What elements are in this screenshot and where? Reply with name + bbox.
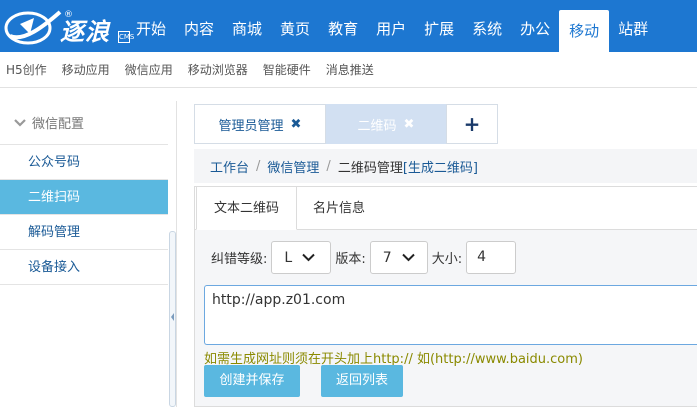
breadcrumb-parent[interactable]: 微信管理 [267, 157, 319, 176]
sidebar-section-label: 微信配置 [32, 117, 85, 132]
chevron-down-icon [401, 253, 415, 262]
subnav-item-wechat-apps[interactable]: 微信应用 [125, 61, 173, 78]
subnav-item-smart-hardware[interactable]: 智能硬件 [263, 61, 311, 78]
logo-registered-mark: ® [64, 10, 73, 20]
nav-item-office[interactable]: 办公 [511, 0, 559, 52]
nav-item-mobile[interactable]: 移动 [559, 10, 610, 52]
nav-item-content[interactable]: 内容 [175, 0, 223, 52]
nav-item-yellowpages[interactable]: 黄页 [271, 0, 319, 52]
sidebar-divider [176, 101, 177, 407]
breadcrumb-separator: / [256, 158, 261, 174]
breadcrumb-separator: / [326, 158, 331, 174]
sidebar-scrollbar[interactable] [169, 231, 176, 407]
sub-nav: H5创作 移动应用 微信应用 移动浏览器 智能硬件 消息推送 [0, 52, 697, 88]
logo[interactable]: 逐浪 ® CMS [4, 4, 134, 48]
create-and-save-button[interactable]: 创建并保存 [204, 365, 300, 397]
panel-tabs: 文本二维码 名片信息 [195, 186, 697, 230]
sidebar-item-decode[interactable]: 解码管理 [0, 215, 168, 250]
chevron-down-icon [14, 118, 26, 127]
top-bar: 逐浪 ® CMS 开始 内容 商城 黄页 教育 用户 扩展 系统 办公 移动 站… [0, 0, 697, 52]
chevron-down-icon [302, 253, 315, 262]
sidebar-item-qrcode[interactable]: 二维扫码 [0, 180, 168, 215]
subnav-item-h5[interactable]: H5创作 [6, 61, 47, 78]
nav-item-extend[interactable]: 扩展 [415, 0, 463, 52]
subnav-item-push[interactable]: 消息推送 [326, 61, 374, 78]
subnav-item-mobile-browser[interactable]: 移动浏览器 [188, 61, 248, 78]
error-level-select[interactable]: L [271, 241, 332, 274]
version-value: 7 [382, 249, 392, 266]
nav-item-education[interactable]: 教育 [319, 0, 367, 52]
qrcode-content-textarea[interactable]: http://app.z01.com [204, 285, 697, 345]
nav-item-sites[interactable]: 站群 [609, 0, 657, 52]
sidebar-section-header[interactable]: 微信配置 [0, 101, 168, 145]
tab-business-card[interactable]: 名片信息 [313, 187, 365, 230]
subnav-item-mobile-apps[interactable]: 移动应用 [62, 61, 110, 78]
close-icon[interactable]: ✖ [291, 117, 302, 132]
tab-admin-manage[interactable]: 管理员管理 ✖ [194, 104, 326, 144]
breadcrumb: 工作台 / 微信管理 / 二维码管理 [生成二维码] [194, 149, 697, 183]
qrcode-options-row: 纠错等级: L 版本: 7 大小: 4 [209, 241, 517, 274]
sidebar: 微信配置 公众号码 二维扫码 解码管理 设备接入 [0, 101, 168, 285]
breadcrumb-home[interactable]: 工作台 [210, 157, 249, 176]
back-to-list-button[interactable]: 返回列表 [321, 365, 403, 397]
nav-item-users[interactable]: 用户 [367, 0, 415, 52]
sidebar-item-accounts[interactable]: 公众号码 [0, 145, 168, 180]
qrcode-form-panel: 文本二维码 名片信息 纠错等级: L 版本: 7 大小: 4 http://ap… [194, 186, 697, 407]
error-level-value: L [284, 249, 293, 266]
error-level-label: 纠错等级: [211, 252, 268, 267]
version-label: 版本: [335, 252, 366, 267]
nav-item-system[interactable]: 系统 [463, 0, 511, 52]
logo-swoosh-icon [4, 10, 62, 45]
breadcrumb-current: 二维码管理 [337, 160, 403, 176]
tab-qrcode[interactable]: 二维码 ✖ [326, 104, 446, 144]
tab-text-qrcode[interactable]: 文本二维码 [196, 186, 297, 230]
sidebar-item-devices[interactable]: 设备接入 [0, 250, 168, 285]
tab-bar: 管理员管理 ✖ 二维码 ✖ + [194, 104, 498, 144]
size-label: 大小: [431, 252, 463, 267]
nav-item-start[interactable]: 开始 [127, 0, 175, 52]
top-nav: 开始 内容 商城 黄页 教育 用户 扩展 系统 办公 移动 站群 [127, 0, 657, 52]
add-tab-button[interactable]: + [446, 104, 498, 144]
version-select[interactable]: 7 [369, 241, 428, 274]
close-icon[interactable]: ✖ [404, 117, 415, 132]
scroll-arrow-icon [171, 313, 174, 321]
size-input[interactable]: 4 [466, 241, 517, 274]
nav-item-shop[interactable]: 商城 [223, 0, 271, 52]
tab-label: 管理员管理 [218, 118, 284, 134]
breadcrumb-action-link[interactable]: [生成二维码] [403, 157, 478, 176]
tab-label: 二维码 [357, 118, 397, 134]
